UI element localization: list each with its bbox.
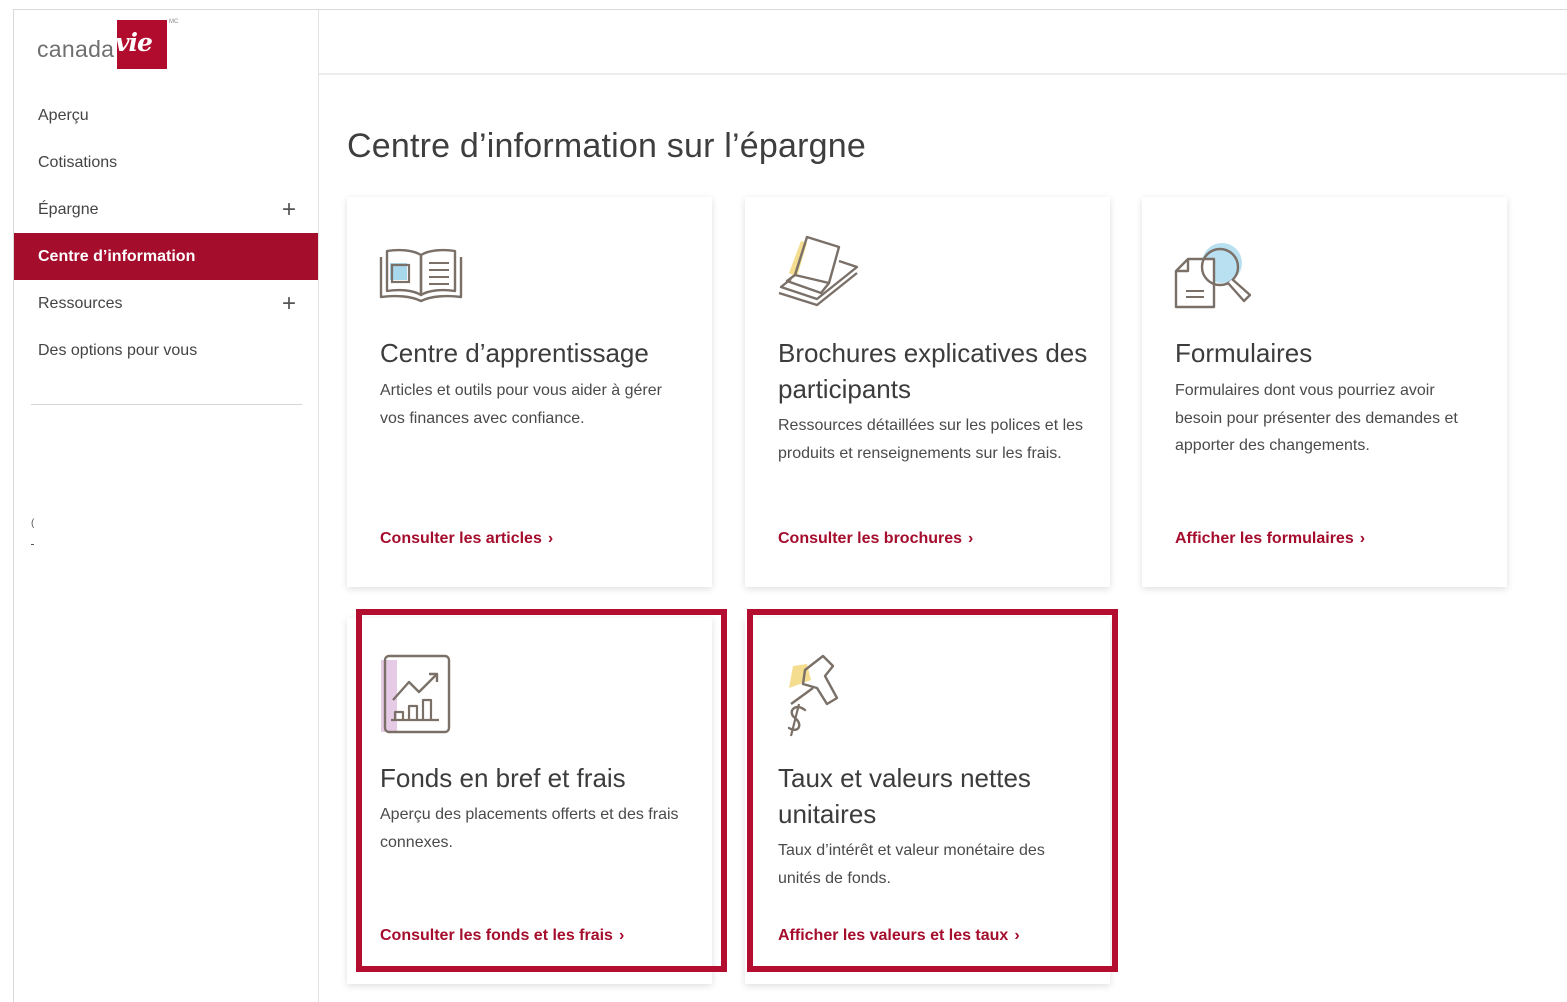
sidebar: canada vie MC Aperçu Cotisations Épargne…	[14, 10, 319, 1002]
chevron-right-icon: ›	[547, 530, 554, 547]
card-brochures: Brochures explicatives des participants …	[745, 197, 1110, 587]
page-title: Centre d’information sur l’épargne	[347, 127, 866, 165]
card-forms: Formulaires Formulaires dont vous pourri…	[1142, 197, 1507, 587]
card-rates-unit-values: Taux et valeurs nettes unitaires Taux d’…	[745, 618, 1110, 984]
chevron-right-icon: ›	[1014, 927, 1020, 944]
card-description: Aperçu des placements offerts et des fra…	[380, 806, 679, 851]
sidebar-item-label: Épargne	[38, 201, 99, 218]
sidebar-item-ressources[interactable]: Ressources +	[14, 280, 318, 327]
sidebar-item-label: Aperçu	[38, 107, 89, 124]
consulter-brochures-link[interactable]: Consulter les brochures ›	[778, 530, 973, 548]
card-description: Taux d’intérêt et valeur monétaire des u…	[778, 842, 1045, 887]
card-title: Centre d’apprentissage	[380, 338, 649, 368]
afficher-formulaires-link[interactable]: Afficher les formulaires ›	[1175, 530, 1365, 548]
expand-plus-icon[interactable]: +	[282, 186, 296, 233]
chevron-right-icon: ›	[618, 927, 625, 944]
open-book-icon	[379, 233, 463, 317]
card-title: Formulaires	[1175, 338, 1313, 368]
chevron-right-icon: ›	[968, 530, 974, 547]
card-title: Taux et valeurs nettes unitaires	[778, 763, 1031, 829]
expand-plus-icon[interactable]: +	[282, 280, 296, 327]
logo-trademark: MC	[169, 19, 179, 25]
sidebar-item-label: Centre d’information	[38, 248, 196, 265]
sidebar-item-centre-information[interactable]: Centre d’information	[14, 233, 318, 280]
stray-mark	[31, 544, 34, 545]
logo-text: canada	[37, 36, 115, 62]
growth-chart-icon	[379, 654, 463, 738]
brochures-stack-icon	[777, 233, 861, 317]
sidebar-item-options[interactable]: Des options pour vous	[14, 327, 318, 374]
sidebar-item-label: Ressources	[38, 295, 123, 312]
sidebar-item-epargne[interactable]: Épargne +	[14, 186, 318, 233]
card-learning-centre: Centre d’apprentissage Articles et outil…	[347, 197, 712, 587]
card-description: Formulaires dont vous pourriez avoir bes…	[1175, 382, 1458, 454]
card-description: Articles et outils pour vous aider à gér…	[380, 382, 662, 427]
sidebar-item-cotisations[interactable]: Cotisations	[14, 139, 318, 186]
card-title: Fonds en bref et frais	[380, 763, 626, 793]
chevron-right-icon: ›	[1359, 530, 1366, 547]
consulter-fonds-link[interactable]: Consulter les fonds et les frais ›	[380, 927, 624, 945]
canada-vie-logo[interactable]: canada vie MC	[37, 19, 179, 70]
pin-dollar-icon	[777, 654, 861, 738]
sidebar-item-label: Cotisations	[38, 154, 118, 171]
sidebar-item-label: Des options pour vous	[38, 342, 198, 359]
sidebar-nav: Aperçu Cotisations Épargne + Centre d’in…	[14, 92, 318, 374]
stray-text: (	[31, 518, 35, 529]
form-magnifier-icon	[1174, 233, 1258, 317]
sidebar-item-apercu[interactable]: Aperçu	[14, 92, 318, 139]
card-description: Ressources détaillées sur les polices et…	[778, 417, 1084, 462]
logo-mark-text: vie	[115, 28, 153, 57]
consulter-articles-link[interactable]: Consulter les articles ›	[380, 530, 553, 548]
card-title: Brochures explicatives des participants	[778, 338, 1088, 404]
afficher-valeurs-link[interactable]: Afficher les valeurs et les taux ›	[778, 927, 1020, 945]
sidebar-divider	[31, 404, 302, 405]
top-header-bar	[319, 10, 1567, 75]
card-fund-facts: Fonds en bref et frais Aperçu des placem…	[347, 618, 712, 984]
